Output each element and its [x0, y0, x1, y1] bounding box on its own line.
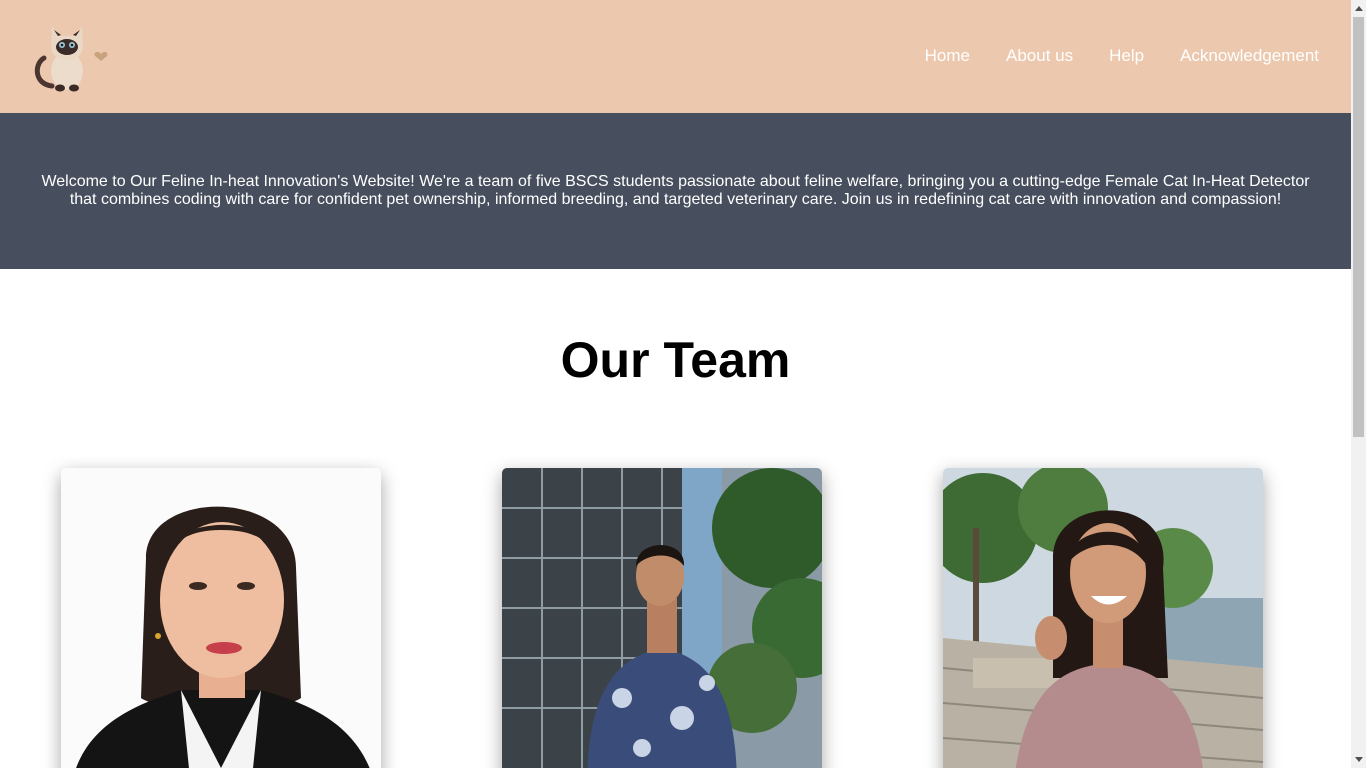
woman-seaside-photo: [943, 468, 1263, 768]
nav-link-home[interactable]: Home: [925, 46, 970, 66]
nav-link-acknowledgement[interactable]: Acknowledgement: [1180, 46, 1319, 66]
team-member-card[interactable]: [943, 468, 1263, 768]
welcome-banner: Welcome to Our Feline In-heat Innovation…: [0, 113, 1351, 269]
team-member-card[interactable]: [502, 468, 822, 768]
main-nav: Home About us Help Acknowledgement: [925, 46, 1319, 66]
man-outdoor-building-photo: [502, 468, 822, 768]
siamese-cat-logo-icon[interactable]: [30, 14, 114, 94]
team-member-card[interactable]: [61, 468, 381, 768]
scrollbar-thumb[interactable]: [1353, 17, 1364, 437]
welcome-text: Welcome to Our Feline In-heat Innovation…: [41, 173, 1310, 208]
woman-formal-portrait-photo: [61, 468, 381, 768]
navbar: Home About us Help Acknowledgement: [0, 0, 1351, 113]
scroll-down-arrow-icon[interactable]: [1351, 751, 1366, 768]
nav-link-about-us[interactable]: About us: [1006, 46, 1073, 66]
scroll-up-arrow-icon[interactable]: [1351, 0, 1366, 17]
nav-link-help[interactable]: Help: [1109, 46, 1144, 66]
team-title: Our Team: [560, 332, 791, 388]
vertical-scrollbar[interactable]: [1351, 0, 1366, 768]
page: Home About us Help Acknowledgement Welco…: [0, 0, 1351, 768]
